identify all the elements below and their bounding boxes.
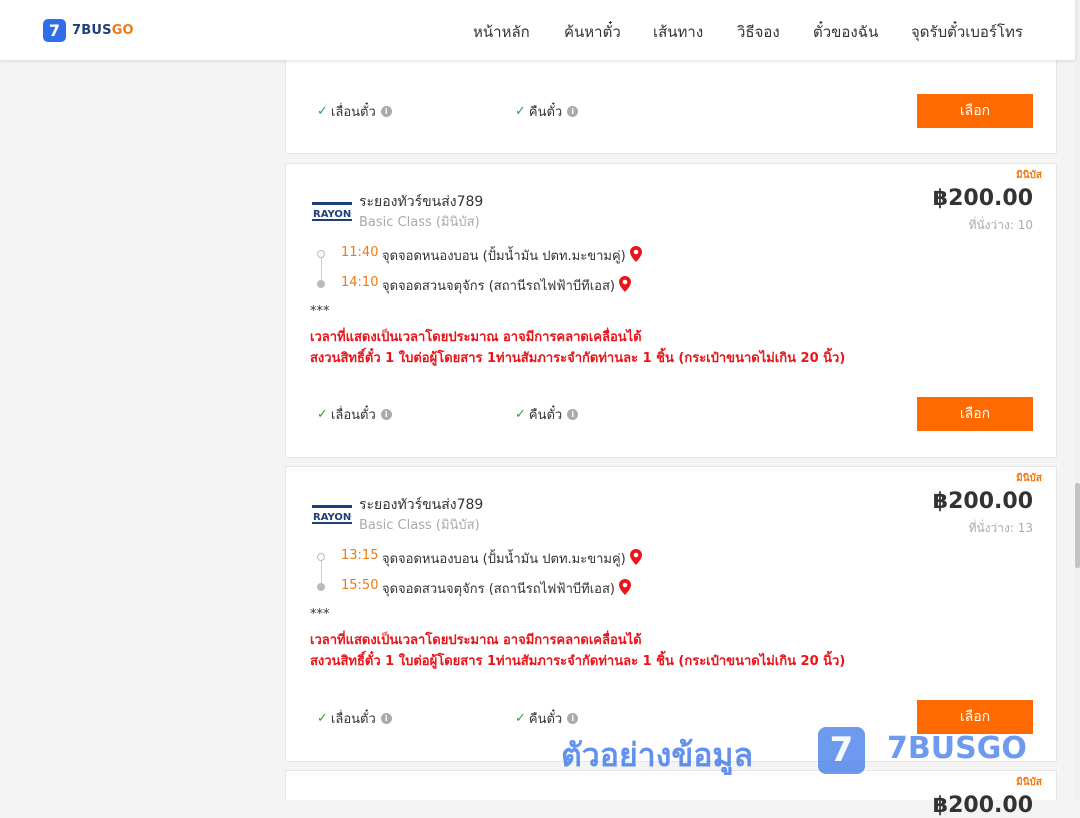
nav-ticket-pickup-phone[interactable]: จุดรับตั๋วเบอร์โทร bbox=[911, 20, 1023, 42]
check-icon: ✓ bbox=[515, 711, 526, 726]
note-time-warning: เวลาที่แสดงเป็นเวลาโดยประมาณ อาจมีการคลา… bbox=[310, 633, 642, 648]
departure-stop: จุดจอดหนองบอน (ปั้มน้ำมัน ปตท.มะขามคู่) bbox=[382, 548, 642, 569]
refund-perk[interactable]: ✓ คืนตั๋ว i bbox=[515, 404, 579, 425]
svg-text:RAYONG: RAYONG bbox=[313, 512, 352, 523]
note-time-warning: เวลาที่แสดงเป็นเวลาโดยประมาณ อาจมีการคลา… bbox=[310, 330, 642, 345]
nav-search-ticket[interactable]: ค้นหาตั๋ว bbox=[564, 20, 621, 42]
departure-stop: จุดจอดหนองบอน (ปั้มน้ำมัน ปตท.มะขามคู่) bbox=[382, 245, 642, 266]
info-icon[interactable]: i bbox=[380, 106, 392, 117]
arrival-time: 14:10 bbox=[341, 275, 379, 290]
arrival-dot bbox=[317, 280, 325, 288]
refund-perk[interactable]: ✓ คืนตั๋ว i bbox=[515, 101, 579, 122]
refund-perk[interactable]: ✓ คืนตั๋ว i bbox=[515, 708, 579, 729]
ticket-price: ฿200.00 bbox=[932, 186, 1033, 211]
change-seat-perk[interactable]: ✓ เลื่อนตั๋ว i bbox=[317, 404, 392, 425]
map-pin-icon[interactable] bbox=[618, 276, 631, 292]
site-logo[interactable]: 7 7BUSGO bbox=[43, 19, 134, 42]
logo-text: 7BUSGO bbox=[72, 23, 134, 38]
note-baggage-policy: สงวนสิทธิ์ตั๋ว 1 ใบต่อผู้โดยสาร 1ท่านสัม… bbox=[310, 654, 846, 669]
seats-available: ที่นั่งว่าง: 13 bbox=[968, 521, 1033, 535]
info-icon[interactable]: i bbox=[380, 713, 392, 724]
check-icon: ✓ bbox=[317, 711, 328, 726]
logo-mark-icon: 7 bbox=[43, 19, 66, 42]
info-icon[interactable]: i bbox=[380, 409, 392, 420]
arrival-stop: จุดจอดสวนจตุจักร (สถานีรถไฟฟ้าบีทีเอส) bbox=[382, 275, 631, 296]
check-icon: ✓ bbox=[515, 104, 526, 119]
watermark-text: ตัวอย่างข้อมูล bbox=[561, 736, 754, 774]
minibus-badge: มินิบัส bbox=[1016, 473, 1042, 484]
note-baggage-policy: สงวนสิทธิ์ตั๋ว 1 ใบต่อผู้โดยสาร 1ท่านสัม… bbox=[310, 351, 846, 366]
select-button[interactable]: เลือก bbox=[917, 700, 1033, 734]
arrival-time: 15:50 bbox=[341, 578, 379, 593]
check-icon: ✓ bbox=[317, 407, 328, 422]
top-header: 7 7BUSGO หน้าหลัก ค้นหาตั๋ว เส้นทาง วิธี… bbox=[0, 0, 1075, 60]
ticket-price: ฿200.00 bbox=[932, 489, 1033, 514]
select-button[interactable]: เลือก bbox=[917, 94, 1033, 128]
arrival-stop: จุดจอดสวนจตุจักร (สถานีรถไฟฟ้าบีทีเอส) bbox=[382, 578, 631, 599]
seats-available: ที่นั่งว่าง: 10 bbox=[968, 218, 1033, 232]
info-icon[interactable]: i bbox=[567, 409, 579, 420]
operator-name: ระยองทัวร์ขนส่ง789 bbox=[359, 497, 484, 513]
info-icon[interactable]: i bbox=[567, 106, 579, 117]
operator-logo: RAYONG bbox=[312, 202, 352, 221]
check-icon: ✓ bbox=[515, 407, 526, 422]
arrival-dot bbox=[317, 583, 325, 591]
nav-how-to-book[interactable]: วิธีจอง bbox=[737, 20, 780, 42]
scrollbar-track[interactable] bbox=[1075, 0, 1080, 800]
nav-routes[interactable]: เส้นทาง bbox=[653, 20, 703, 42]
map-pin-icon[interactable] bbox=[618, 579, 631, 595]
change-seat-perk[interactable]: ✓ เลื่อนตั๋ว i bbox=[317, 101, 392, 122]
nav-home[interactable]: หน้าหลัก bbox=[473, 20, 530, 42]
note-stars: *** bbox=[310, 304, 330, 319]
bus-class: Basic Class (มินิบัส) bbox=[359, 518, 480, 533]
operator-logo: RAYONG bbox=[312, 505, 352, 524]
map-pin-icon[interactable] bbox=[629, 549, 642, 565]
departure-time: 11:40 bbox=[341, 245, 379, 260]
watermark-logo-icon: 7 bbox=[818, 727, 865, 774]
minibus-badge: มินิบัส bbox=[1016, 777, 1042, 788]
note-stars: *** bbox=[310, 607, 330, 622]
trip-card: มินิบัส RAYONG ระยองทัวร์ขนส่ง789 Basic … bbox=[285, 466, 1057, 762]
operator-name: ระยองทัวร์ขนส่ง789 bbox=[359, 194, 484, 210]
departure-time: 13:15 bbox=[341, 548, 379, 563]
select-button[interactable]: เลือก bbox=[917, 397, 1033, 431]
scrollbar-thumb[interactable] bbox=[1075, 483, 1080, 568]
minibus-badge: มินิบัส bbox=[1016, 170, 1042, 181]
ticket-price: ฿200.00 bbox=[932, 793, 1033, 818]
svg-text:RAYONG: RAYONG bbox=[313, 209, 352, 220]
watermark-brand: 7BUSGO bbox=[887, 731, 1027, 766]
change-seat-perk[interactable]: ✓ เลื่อนตั๋ว i bbox=[317, 708, 392, 729]
info-icon[interactable]: i bbox=[567, 713, 579, 724]
bus-class: Basic Class (มินิบัส) bbox=[359, 215, 480, 230]
map-pin-icon[interactable] bbox=[629, 246, 642, 262]
trip-card: มินิบัส RAYONG ระยองทัวร์ขนส่ง789 Basic … bbox=[285, 163, 1057, 458]
check-icon: ✓ bbox=[317, 104, 328, 119]
nav-my-tickets[interactable]: ตั๋วของฉัน bbox=[813, 20, 878, 42]
